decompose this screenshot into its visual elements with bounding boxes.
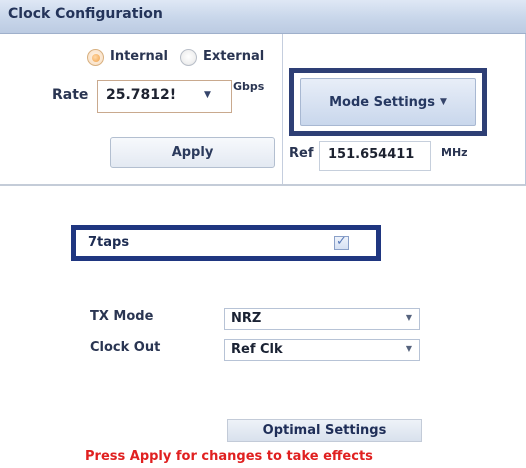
ref-unit: MHz <box>441 146 468 159</box>
tx-mode-value: NRZ <box>231 311 262 326</box>
chevron-down-icon: ▼ <box>439 97 447 107</box>
taps-highlight: 7taps ✓ <box>71 225 381 261</box>
mode-settings-label: Mode Settings <box>329 94 435 110</box>
chevron-down-icon: ▼ <box>405 344 412 353</box>
tx-mode-label: TX Mode <box>90 309 154 324</box>
rate-unit: Gbps <box>233 80 265 93</box>
optimal-settings-button[interactable]: Optimal Settings <box>227 419 422 442</box>
chevron-down-icon: ▼ <box>405 313 412 322</box>
clock-out-label: Clock Out <box>90 340 161 355</box>
apply-notice: Press Apply for changes to take effects <box>85 449 373 464</box>
optimal-settings-label: Optimal Settings <box>262 423 387 438</box>
apply-label: Apply <box>171 145 214 160</box>
external-radio-label: External <box>203 49 265 64</box>
checkmark-icon: ✓ <box>336 234 347 249</box>
apply-button[interactable]: Apply <box>110 137 275 168</box>
clock-out-value: Ref Clk <box>231 342 283 357</box>
panel-header: Clock Configuration <box>0 0 526 34</box>
rate-combobox[interactable]: 25.7812! ▼ <box>97 80 232 113</box>
ref-field[interactable]: 151.654411 <box>319 141 431 171</box>
internal-radio[interactable] <box>87 49 104 66</box>
mode-settings-highlight: Mode Settings ▼ <box>289 68 487 136</box>
rate-label: Rate <box>52 87 89 103</box>
taps-label: 7taps <box>88 235 130 250</box>
external-radio[interactable] <box>180 49 197 66</box>
ref-value: 151.654411 <box>328 147 415 162</box>
panel-title: Clock Configuration <box>8 6 163 22</box>
taps-checkbox[interactable]: ✓ <box>334 234 349 250</box>
panel-divider <box>282 34 283 184</box>
rate-value: 25.7812! <box>106 87 177 103</box>
tx-mode-dropdown[interactable]: NRZ ▼ <box>224 308 420 330</box>
internal-radio-label: Internal <box>110 49 169 64</box>
clock-out-dropdown[interactable]: Ref Clk ▼ <box>224 339 420 361</box>
chevron-down-icon[interactable]: ▼ <box>204 90 211 100</box>
clock-configuration-panel: Clock Configuration Internal External Ra… <box>0 0 526 186</box>
mode-settings-button[interactable]: Mode Settings ▼ <box>300 78 476 126</box>
ref-label: Ref <box>289 146 314 161</box>
